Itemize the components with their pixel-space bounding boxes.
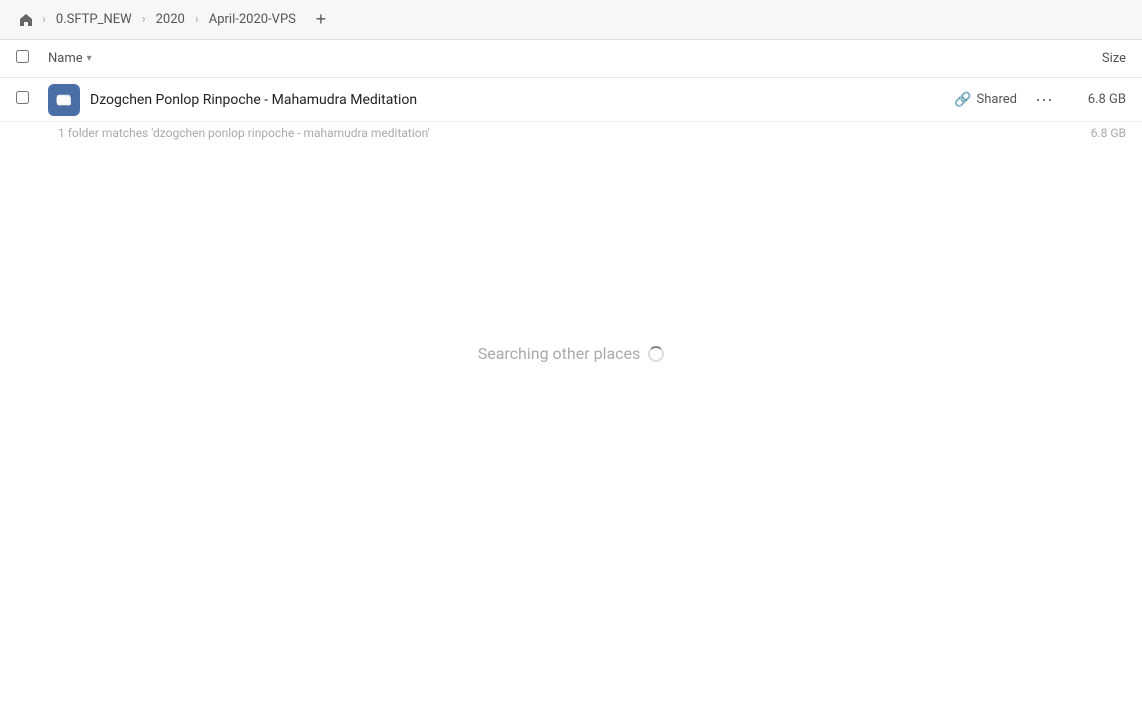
- searching-label: Searching other places: [478, 344, 641, 363]
- file-actions: 🔗 Shared ··· 6.8 GB: [954, 87, 1126, 112]
- shared-text: Shared: [977, 92, 1017, 107]
- breadcrumb-item-0[interactable]: 0.SFTP_NEW: [48, 9, 140, 30]
- loading-spinner: [648, 346, 664, 362]
- select-all-checkbox[interactable]: [16, 50, 40, 67]
- searching-text: Searching other places: [478, 344, 665, 363]
- file-size: 6.8 GB: [1071, 92, 1126, 107]
- breadcrumb-sep-2: ›: [142, 12, 146, 27]
- breadcrumb-sep-1: ›: [42, 12, 46, 27]
- shared-label: 🔗 Shared: [954, 92, 1017, 108]
- name-column-header[interactable]: Name ▾: [48, 51, 92, 66]
- name-label: Name: [48, 51, 83, 66]
- breadcrumb-sep-3: ›: [195, 12, 199, 27]
- file-checkbox[interactable]: [16, 91, 40, 108]
- match-hint-row: 1 folder matches 'dzogchen ponlop rinpoc…: [0, 122, 1142, 144]
- breadcrumb-item-2[interactable]: April-2020-VPS: [201, 9, 304, 30]
- breadcrumb-item-1[interactable]: 2020: [148, 9, 193, 30]
- breadcrumb-bar: › 0.SFTP_NEW › 2020 › April-2020-VPS +: [0, 0, 1142, 40]
- file-name[interactable]: Dzogchen Ponlop Rinpoche - Mahamudra Med…: [90, 92, 954, 108]
- chevron-down-icon: ▾: [87, 53, 92, 64]
- match-hint-size: 6.8 GB: [1091, 126, 1126, 140]
- add-tab-button[interactable]: +: [308, 7, 334, 33]
- link-icon: 🔗: [954, 92, 971, 108]
- match-hint-text: 1 folder matches 'dzogchen ponlop rinpoc…: [58, 126, 1091, 140]
- file-row[interactable]: Dzogchen Ponlop Rinpoche - Mahamudra Med…: [0, 78, 1142, 122]
- folder-icon: [48, 84, 80, 116]
- searching-section: Searching other places: [0, 344, 1142, 363]
- size-column-header: Size: [1102, 51, 1126, 66]
- more-options-button[interactable]: ···: [1029, 87, 1059, 112]
- home-button[interactable]: [12, 6, 40, 34]
- column-header: Name ▾ Size: [0, 40, 1142, 78]
